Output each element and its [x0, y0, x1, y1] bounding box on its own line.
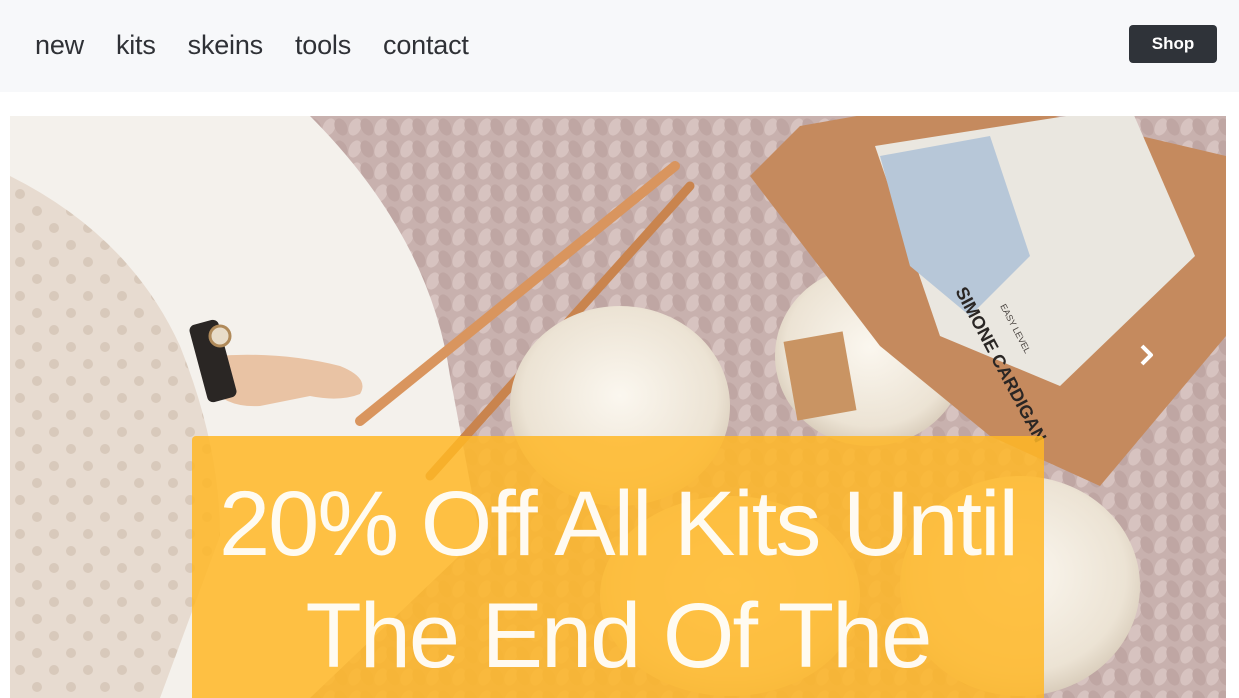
chevron-right-icon [1140, 344, 1153, 366]
nav-link-kits[interactable]: kits [116, 28, 156, 62]
nav-link-skeins[interactable]: skeins [188, 28, 264, 62]
nav-link-tools[interactable]: tools [295, 28, 351, 62]
hero-caption: 20% Off All Kits Until The End Of The [219, 473, 1019, 687]
nav-links: new kits skeins tools contact [35, 28, 501, 62]
carousel-next-button[interactable] [1136, 342, 1158, 368]
shop-button[interactable]: Shop [1129, 25, 1217, 63]
navbar: new kits skeins tools contact Shop [0, 0, 1239, 92]
nav-link-new[interactable]: new [35, 28, 84, 62]
hero-carousel: SIMONE CARDIGAN EASY LEVEL 20% Off All K… [10, 116, 1226, 698]
watch-face [208, 324, 232, 348]
hero-caption-box: 20% Off All Kits Until The End Of The [192, 436, 1044, 698]
nav-link-contact[interactable]: contact [383, 28, 469, 62]
